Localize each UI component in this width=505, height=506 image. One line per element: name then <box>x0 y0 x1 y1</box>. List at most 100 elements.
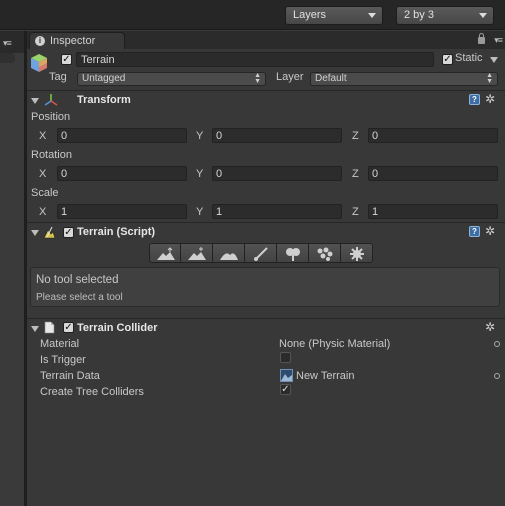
scale-x-label: X <box>39 206 47 218</box>
tool-settings-button[interactable] <box>341 243 373 263</box>
is-trigger-checkbox[interactable] <box>280 352 291 363</box>
terrain-collider-title: Terrain Collider <box>77 322 158 334</box>
position-x-field[interactable]: 0 <box>57 128 187 143</box>
divider <box>27 318 505 319</box>
terrain-script-enabled-checkbox[interactable]: ✓ <box>63 227 74 238</box>
position-z-field[interactable]: 0 <box>368 128 498 143</box>
info-icon: i <box>35 36 45 46</box>
gear-icon[interactable]: ✲ <box>485 93 499 105</box>
material-field[interactable]: None (Physic Material) <box>279 338 390 350</box>
static-label: Static <box>455 52 483 64</box>
divider <box>27 90 505 91</box>
gear-icon[interactable]: ✲ <box>485 321 499 333</box>
position-z-label: Z <box>352 130 359 142</box>
tab-menu-icon[interactable]: ▾≡ <box>494 35 503 46</box>
chevron-down-icon <box>368 13 376 18</box>
rotation-x-field[interactable]: 0 <box>57 166 187 181</box>
tag-dropdown-value: Untagged <box>82 73 126 84</box>
scale-z-field[interactable]: 1 <box>368 204 498 219</box>
create-tree-colliders-label: Create Tree Colliders <box>40 386 144 398</box>
layers-dropdown-label: Layers <box>293 9 327 21</box>
scale-label: Scale <box>31 187 59 199</box>
tool-paint-details-button[interactable] <box>309 243 341 263</box>
help-icon[interactable]: ? <box>469 226 480 237</box>
rotation-z-field[interactable]: 0 <box>368 166 498 181</box>
left-panel-search-field[interactable] <box>0 53 15 63</box>
terrain-tool-strip <box>149 243 373 263</box>
top-toolbar: Layers 2 by 3 <box>0 0 505 30</box>
gameobject-cube-icon <box>31 54 47 72</box>
document-icon <box>44 321 55 334</box>
tab-inspector[interactable]: i Inspector <box>29 32 125 49</box>
terrain-data-field[interactable]: New Terrain <box>296 370 355 382</box>
rotation-y-label: Y <box>196 168 204 180</box>
tool-smooth-height-button[interactable] <box>213 243 245 263</box>
gear-icon[interactable]: ✲ <box>485 225 499 237</box>
terrain-script-foldout-icon[interactable] <box>31 230 39 236</box>
terrain-script-title: Terrain (Script) <box>77 226 156 238</box>
rotation-z-label: Z <box>352 168 359 180</box>
transform-foldout-icon[interactable] <box>31 98 39 104</box>
terrain-collider-foldout-icon[interactable] <box>31 326 39 332</box>
terrain-collider-enabled-checkbox[interactable]: ✓ <box>63 322 74 333</box>
scale-x-field[interactable]: 1 <box>57 204 187 219</box>
layer-dropdown[interactable]: Default ▲ ▼ <box>310 72 498 86</box>
chevron-down-icon <box>479 13 487 18</box>
position-label: Position <box>31 111 71 123</box>
scale-y-label: Y <box>196 206 204 218</box>
smooth-height-icon <box>220 253 238 260</box>
static-checkbox[interactable]: ✓ <box>442 54 453 65</box>
tool-status-hint: Please select a tool <box>36 292 123 303</box>
paint-height-icon <box>188 247 206 260</box>
place-trees-icon <box>286 248 300 261</box>
material-label: Material <box>40 338 80 350</box>
object-picker-icon[interactable] <box>494 373 500 379</box>
tool-paint-height-button[interactable] <box>181 243 213 263</box>
terrain-data-icon <box>280 369 293 382</box>
raise-lower-icon <box>157 247 175 260</box>
is-trigger-label: Is Trigger <box>40 354 86 366</box>
tab-inspector-label: Inspector <box>50 35 96 47</box>
updown-arrows-icon: ▲ ▼ <box>254 72 261 85</box>
layout-dropdown-label: 2 by 3 <box>404 9 434 21</box>
tool-paint-texture-button[interactable] <box>245 243 277 263</box>
gameobject-name-input[interactable]: Terrain <box>76 52 434 67</box>
static-dropdown-arrow-icon[interactable] <box>490 57 498 63</box>
layout-dropdown[interactable]: 2 by 3 <box>396 6 494 25</box>
transform-axes-icon <box>44 94 58 106</box>
tag-dropdown[interactable]: Untagged ▲ ▼ <box>77 72 266 86</box>
scale-y-field[interactable]: 1 <box>212 204 342 219</box>
layers-dropdown[interactable]: Layers <box>285 6 383 25</box>
rotation-y-field[interactable]: 0 <box>212 166 342 181</box>
tag-label: Tag <box>49 71 67 83</box>
inspector-panel: i Inspector ▾≡ ✓ Terrain ✓ Static Tag Un… <box>27 31 505 506</box>
transform-title: Transform <box>77 94 131 106</box>
object-picker-icon[interactable] <box>494 341 500 347</box>
tool-status-title: No tool selected <box>36 274 119 286</box>
paint-texture-icon <box>254 247 268 261</box>
help-icon[interactable]: ? <box>469 94 480 105</box>
terrain-script-icon <box>43 226 56 239</box>
left-panel-tabbar: ▾≡ <box>0 31 24 53</box>
tool-raise-lower-button[interactable] <box>149 243 181 263</box>
rotation-x-label: X <box>39 168 47 180</box>
lock-icon[interactable] <box>478 33 485 44</box>
position-x-label: X <box>39 130 47 142</box>
settings-icon <box>350 247 364 261</box>
rotation-label: Rotation <box>31 149 72 161</box>
scale-z-label: Z <box>352 206 359 218</box>
panel-menu-icon[interactable]: ▾≡ <box>3 38 12 49</box>
terrain-data-label: Terrain Data <box>40 370 100 382</box>
create-tree-colliders-checkbox[interactable]: ✓ <box>280 384 291 395</box>
divider <box>27 222 505 223</box>
layer-dropdown-value: Default <box>315 73 347 84</box>
gameobject-active-checkbox[interactable]: ✓ <box>61 54 72 65</box>
tool-place-trees-button[interactable] <box>277 243 309 263</box>
position-y-field[interactable]: 0 <box>212 128 342 143</box>
updown-arrows-icon: ▲ ▼ <box>486 72 493 85</box>
paint-details-icon <box>317 247 333 261</box>
gameobject-header: ✓ Terrain ✓ Static Tag Untagged ▲ ▼ Layer… <box>27 49 505 89</box>
inspector-tabbar: i Inspector ▾≡ <box>27 31 505 49</box>
layer-label: Layer <box>276 71 304 83</box>
left-panel: ▾≡ <box>0 31 24 506</box>
